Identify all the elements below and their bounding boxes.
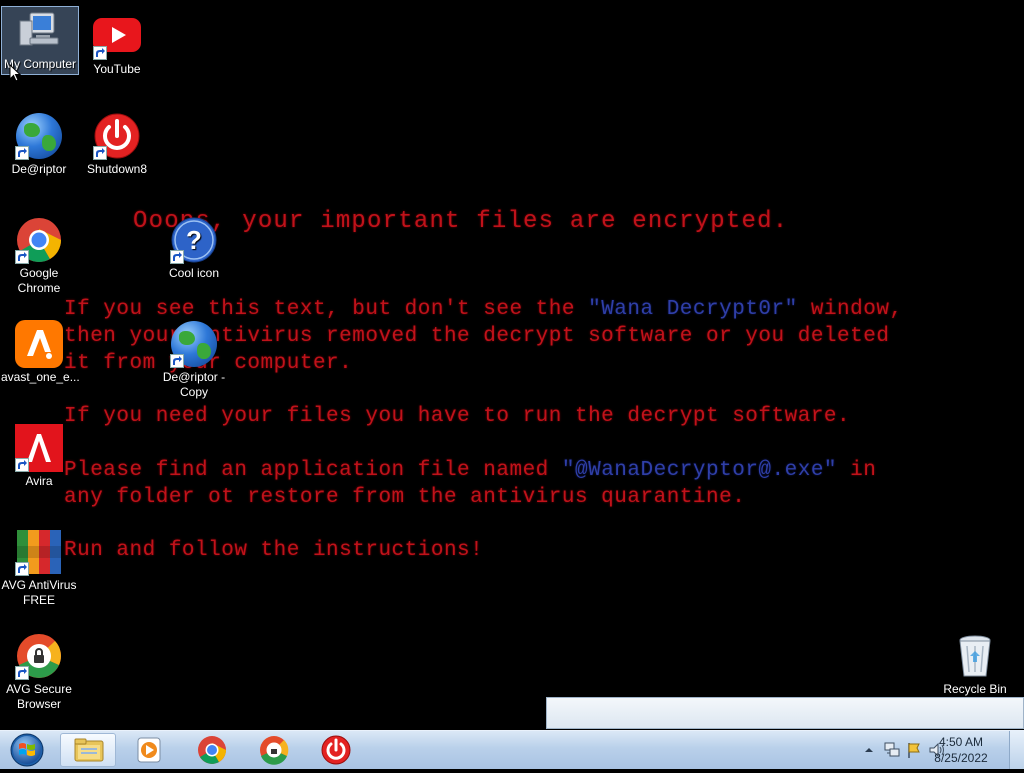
notification-panel[interactable] [546, 697, 1024, 729]
desktop-icon-label-line1: De@riptor - [162, 370, 226, 384]
desktop-icon-label-line2: Chrome [17, 281, 61, 295]
clock-date: 8/25/2022 [934, 751, 988, 765]
ransom-p1-text: If you see this text, but don't see the [64, 298, 589, 321]
desktop-icon-label: Shutdown8 [86, 162, 148, 176]
desktop-icon-label-line2: Copy [179, 385, 208, 399]
desktop-icon-google-chrome[interactable]: Google Chrome [1, 216, 77, 296]
taskbar-shutdown8[interactable] [308, 733, 364, 767]
desktop-icon-label: De@riptor [11, 162, 67, 176]
shortcut-arrow-icon [15, 458, 29, 472]
desktop-icon-cool-icon[interactable]: ? Cool icon [156, 216, 232, 281]
avg-antivirus-icon [15, 528, 63, 576]
desktop-icon-label: avast_one_e... [1, 370, 80, 384]
shortcut-arrow-icon [93, 146, 107, 160]
desktop-icon-avg-antivirus[interactable]: AVG AntiVirus FREE [1, 528, 77, 608]
shortcut-arrow-icon [93, 46, 107, 60]
taskbar-clock[interactable]: 4:50 AM 8/25/2022 [926, 734, 996, 766]
desktop-icon-deriptor-copy[interactable]: De@riptor - Copy [156, 320, 232, 400]
youtube-icon [93, 12, 141, 60]
chrome-icon [15, 216, 63, 264]
taskbar-google-chrome[interactable] [184, 733, 240, 767]
desktop-icon-label: Recycle Bin [943, 682, 1007, 696]
start-button[interactable] [4, 732, 50, 768]
desktop-icon-recycle-bin[interactable]: Recycle Bin [937, 632, 1013, 697]
globe-icon [15, 112, 63, 160]
action-center-flag-icon[interactable] [906, 741, 922, 759]
desktop-icon-avg-secure-browser[interactable]: AVG Secure Browser [1, 632, 77, 712]
avast-icon [15, 320, 63, 368]
ransom-p3-text: Please find an application file named [64, 459, 562, 482]
ransom-p1-end: window, [797, 298, 903, 321]
shortcut-arrow-icon [170, 250, 184, 264]
shortcut-arrow-icon [15, 562, 29, 576]
folder-icon [74, 738, 104, 762]
desktop-icon-label-line1: AVG AntiVirus [1, 578, 77, 592]
desktop-icon-youtube[interactable]: YouTube [79, 12, 155, 77]
desktop-icon-label: Avira [25, 474, 53, 488]
shortcut-arrow-icon [170, 354, 184, 368]
power-icon [93, 112, 141, 160]
network-icon[interactable] [884, 741, 900, 759]
desktop-icon-label-line2: FREE [22, 593, 55, 607]
show-desktop-button[interactable] [1009, 731, 1024, 769]
desktop-icon-label-line1: Google [19, 266, 59, 280]
system-tray: 4:50 AM 8/25/2022 [834, 731, 1024, 769]
computer-icon [16, 7, 64, 55]
taskbar-avg-secure-browser[interactable] [246, 733, 302, 767]
windows-orb-icon [10, 733, 44, 767]
ransom-paragraph-4: Run and follow the instructions! [64, 539, 484, 562]
taskbar: 4:50 AM 8/25/2022 [0, 730, 1024, 769]
desktop-icon-label: Cool icon [168, 266, 220, 280]
avg-browser-icon [260, 736, 289, 765]
avira-icon [15, 424, 63, 472]
recycle-bin-icon [951, 632, 999, 680]
desktop-icon-avast[interactable]: avast_one_e... [1, 320, 80, 385]
shortcut-arrow-icon [15, 666, 29, 680]
desktop-icon-deriptor[interactable]: De@riptor [1, 112, 77, 177]
help-question-icon: ? [170, 216, 218, 264]
shortcut-arrow-icon [15, 146, 29, 160]
media-player-icon [137, 737, 161, 763]
power-icon [321, 735, 351, 765]
avg-browser-icon [15, 632, 63, 680]
desktop-icon-label-line2: Browser [16, 697, 61, 711]
ransom-p1-highlight: "Wana Decrypt0r" [588, 298, 798, 321]
desktop-icon-avira[interactable]: Avira [1, 424, 77, 489]
svg-text:?: ? [186, 225, 202, 255]
ransom-p3-line2: any folder ot restore from the antivirus… [64, 486, 746, 509]
chrome-icon [198, 736, 226, 764]
mouse-cursor-icon [9, 64, 21, 82]
show-hidden-icons-icon[interactable] [864, 745, 874, 755]
ransom-p3-end: in [837, 459, 877, 482]
ransom-p3-highlight: "@WanaDecryptor@.exe" [561, 459, 838, 482]
ransom-paragraph-2: If you need your files you have to run t… [64, 405, 851, 428]
taskbar-file-explorer[interactable] [60, 733, 116, 767]
desktop-icon-label: YouTube [93, 62, 141, 76]
ransom-paragraph-3: Please find an application file named "@… [64, 457, 876, 511]
desktop-icon-label-line1: AVG Secure [6, 682, 72, 696]
taskbar-media-player[interactable] [122, 733, 178, 767]
clock-time: 4:50 AM [938, 735, 984, 749]
desktop-icon-shutdown8[interactable]: Shutdown8 [79, 112, 155, 177]
shortcut-arrow-icon [15, 250, 29, 264]
globe-icon [170, 320, 218, 368]
